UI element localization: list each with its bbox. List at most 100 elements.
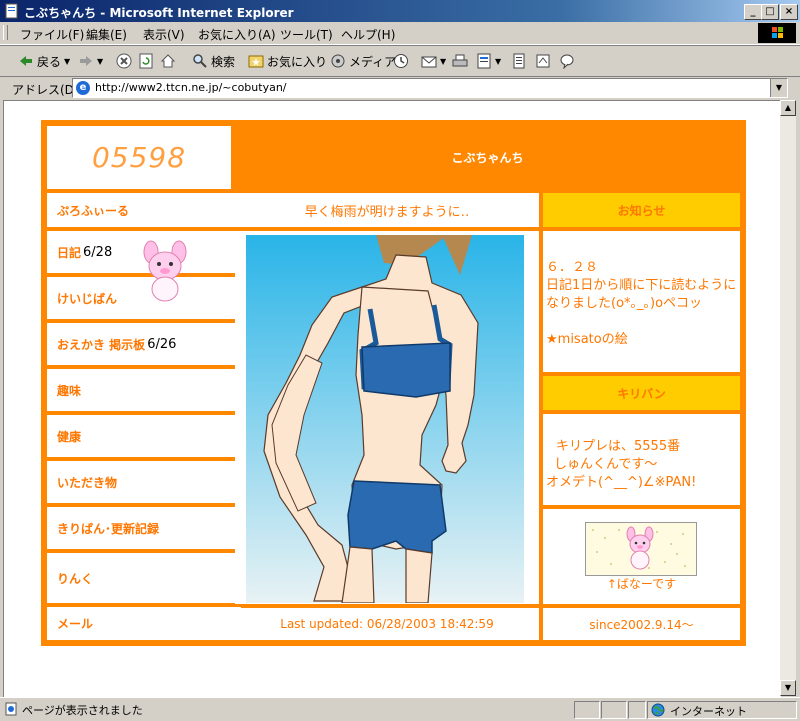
- close-button[interactable]: ×: [780, 4, 798, 20]
- news-link-misato[interactable]: ★misatoの絵: [546, 331, 737, 349]
- scroll-down-icon[interactable]: ▼: [780, 680, 796, 696]
- nav-label: 健康: [57, 429, 82, 444]
- messenger-icon: [560, 54, 574, 69]
- nav-mail[interactable]: メール: [47, 607, 241, 640]
- forward-button[interactable]: ▼: [78, 52, 103, 70]
- research-button[interactable]: [535, 52, 551, 70]
- site-banner[interactable]: [585, 522, 697, 576]
- stop-button[interactable]: [116, 52, 132, 70]
- kiriban-line: キリプレは、5555番: [556, 439, 681, 454]
- site-title: こぶちゃんち: [235, 126, 740, 189]
- nav-oekaki-bbs[interactable]: おえかき 掲示板 6/26: [47, 323, 241, 365]
- favorites-label: お気に入り: [267, 54, 328, 69]
- home-icon: [160, 54, 176, 68]
- nav-label: おえかき 掲示板: [57, 337, 146, 352]
- nav-links[interactable]: りんく: [47, 553, 241, 603]
- refresh-icon: [139, 53, 153, 69]
- nav-label: ぷろふぃーる: [57, 203, 130, 218]
- window-title: こぶちゃんち - Microsoft Internet Explorer: [24, 6, 294, 20]
- status-bar: ページが表示されました インターネット: [0, 697, 800, 721]
- nav-health[interactable]: 健康: [47, 415, 241, 457]
- media-button[interactable]: メディア: [330, 52, 396, 70]
- news-text: 日記1日から順に下に読むようになりました(o*｡_｡)oペコッ: [546, 278, 737, 311]
- nav-gifts[interactable]: いただき物: [47, 461, 241, 503]
- maximize-button[interactable]: □: [761, 4, 779, 20]
- edit-dropdown-icon[interactable]: ▼: [495, 57, 501, 66]
- windows-logo-icon: [758, 23, 796, 43]
- favorites-button[interactable]: お気に入り: [248, 52, 327, 70]
- edit-button[interactable]: ▼: [476, 52, 501, 70]
- kiriban-line: しゅんくんです～: [554, 457, 658, 472]
- zone-label: インターネット: [670, 705, 747, 718]
- nav-label: けいじばん: [57, 291, 118, 306]
- girl-swimsuit-illustration[interactable]: [246, 235, 524, 603]
- nav-profile[interactable]: ぷろふぃーる: [47, 193, 241, 227]
- layout-table: 05598 こぶちゃんち ぷろふぃーる 日記 6/28 けいじばん おえかき 掲…: [41, 120, 746, 646]
- scroll-up-icon[interactable]: ▲: [780, 100, 796, 116]
- address-dropdown-icon[interactable]: ▼: [770, 79, 787, 97]
- nav-date: 6/26: [147, 336, 177, 352]
- search-label: 検索: [211, 54, 236, 69]
- internet-globe-icon: [651, 703, 665, 717]
- edit-page-icon: [477, 53, 491, 69]
- forward-arrow-icon: [80, 56, 92, 66]
- vertical-scrollbar[interactable]: ▲ ▼: [780, 100, 796, 696]
- pink-pig-mascot-icon: [143, 240, 187, 302]
- nav-hobby[interactable]: 趣味: [47, 369, 241, 411]
- menu-view[interactable]: 表示(V): [143, 26, 185, 43]
- menu-file[interactable]: ファイル(F): [20, 26, 84, 43]
- status-pane: [628, 701, 646, 719]
- home-button[interactable]: [160, 52, 176, 70]
- page-icon: [5, 3, 18, 19]
- print-button[interactable]: [452, 52, 468, 70]
- menu-edit[interactable]: 編集(E): [86, 26, 127, 43]
- news-date: ６．２８: [546, 260, 599, 275]
- address-input[interactable]: e http://www2.ttcn.ne.jp/~cobutyan/ ▼: [72, 78, 788, 98]
- back-button[interactable]: 戻る ▼: [18, 52, 70, 70]
- history-button[interactable]: [393, 52, 409, 70]
- ie-page-icon: e: [76, 81, 90, 95]
- favorites-icon: [248, 55, 264, 68]
- illustration-cell: [235, 231, 539, 604]
- search-button[interactable]: 検索: [192, 52, 235, 70]
- research-icon: [536, 54, 550, 68]
- nav-label: 趣味: [57, 383, 82, 398]
- access-counter: 05598: [47, 126, 231, 189]
- status-text: ページが表示されました: [22, 704, 143, 717]
- mail-dropdown-icon[interactable]: ▼: [440, 57, 446, 66]
- menu-help[interactable]: ヘルプ(H): [341, 26, 395, 43]
- since-date: since2002.9.14～: [543, 608, 740, 640]
- minimize-button[interactable]: _: [744, 4, 762, 20]
- nav-label: きりばん･更新記録: [57, 521, 160, 536]
- messenger-button[interactable]: [559, 52, 575, 70]
- last-updated: Last updated: 06/28/2003 18:42:59: [235, 608, 539, 640]
- address-url[interactable]: http://www2.ttcn.ne.jp/~cobutyan/: [95, 81, 287, 94]
- discuss-button[interactable]: [511, 52, 527, 70]
- nav-kiriban-log[interactable]: きりばん･更新記録: [47, 507, 241, 549]
- title-bar: こぶちゃんち - Microsoft Internet Explorer _ □…: [0, 0, 800, 22]
- print-icon: [452, 54, 468, 67]
- address-label: アドレス(D): [12, 83, 79, 97]
- kiriban-panel: キリプレは、5555番 しゅんくんです～ オメデト(^__^)∠※PAN!: [543, 414, 740, 505]
- zone-pane: インターネット: [647, 701, 797, 719]
- back-dropdown-icon[interactable]: ▼: [64, 57, 70, 66]
- status-pane: [601, 701, 627, 719]
- menu-grip: [3, 25, 8, 40]
- media-label: メディア: [349, 54, 397, 69]
- status-pane: [574, 701, 600, 719]
- discuss-icon: [513, 53, 525, 69]
- page-status-icon: [5, 702, 17, 716]
- menu-tools[interactable]: ツール(T): [280, 26, 333, 43]
- mail-button[interactable]: ▼: [421, 52, 446, 70]
- refresh-button[interactable]: [138, 52, 154, 70]
- nav-label: りんく: [57, 571, 94, 586]
- kiriban-line: オメデト(^__^)∠※PAN!: [546, 475, 697, 490]
- nav-label: メール: [57, 617, 94, 631]
- back-arrow-icon: [20, 56, 32, 66]
- menu-bar: ファイル(F) 編集(E) 表示(V) お気に入り(A) ツール(T) ヘルプ(…: [0, 22, 800, 45]
- address-bar: アドレス(D) e http://www2.ttcn.ne.jp/~cobuty…: [0, 76, 800, 99]
- menu-favorites[interactable]: お気に入り(A): [198, 26, 276, 43]
- forward-dropdown-icon[interactable]: ▼: [97, 57, 103, 66]
- page-viewport: 05598 こぶちゃんち ぷろふぃーる 日記 6/28 けいじばん おえかき 掲…: [3, 100, 781, 698]
- history-icon: [394, 54, 408, 68]
